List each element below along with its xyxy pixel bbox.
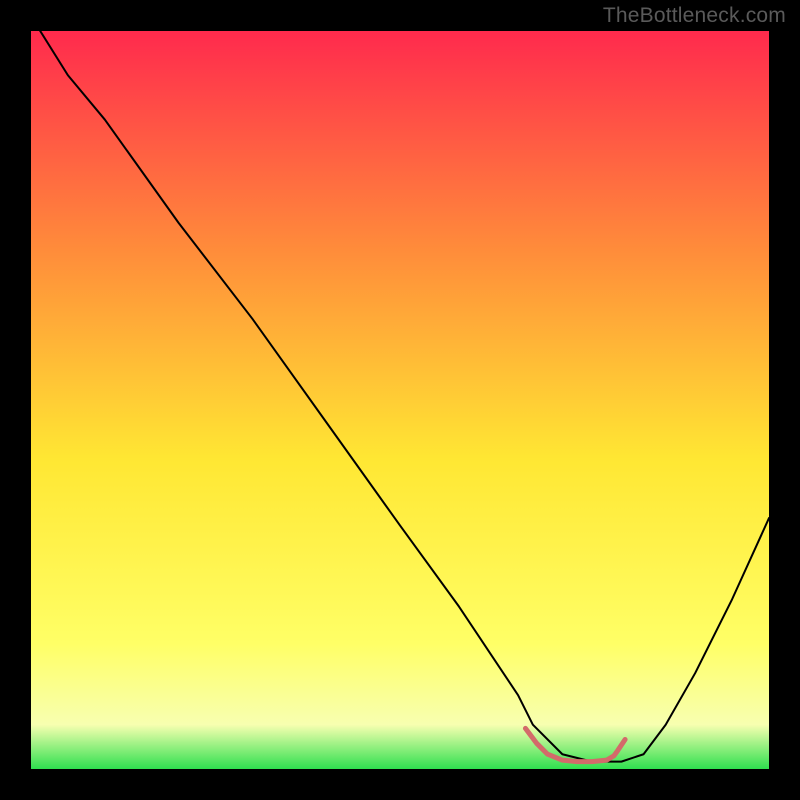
chart-frame: TheBottleneck.com (0, 0, 800, 800)
plot-area (31, 31, 769, 769)
watermark-label: TheBottleneck.com (603, 4, 786, 28)
gradient-background (31, 31, 769, 769)
chart-svg (31, 31, 769, 769)
